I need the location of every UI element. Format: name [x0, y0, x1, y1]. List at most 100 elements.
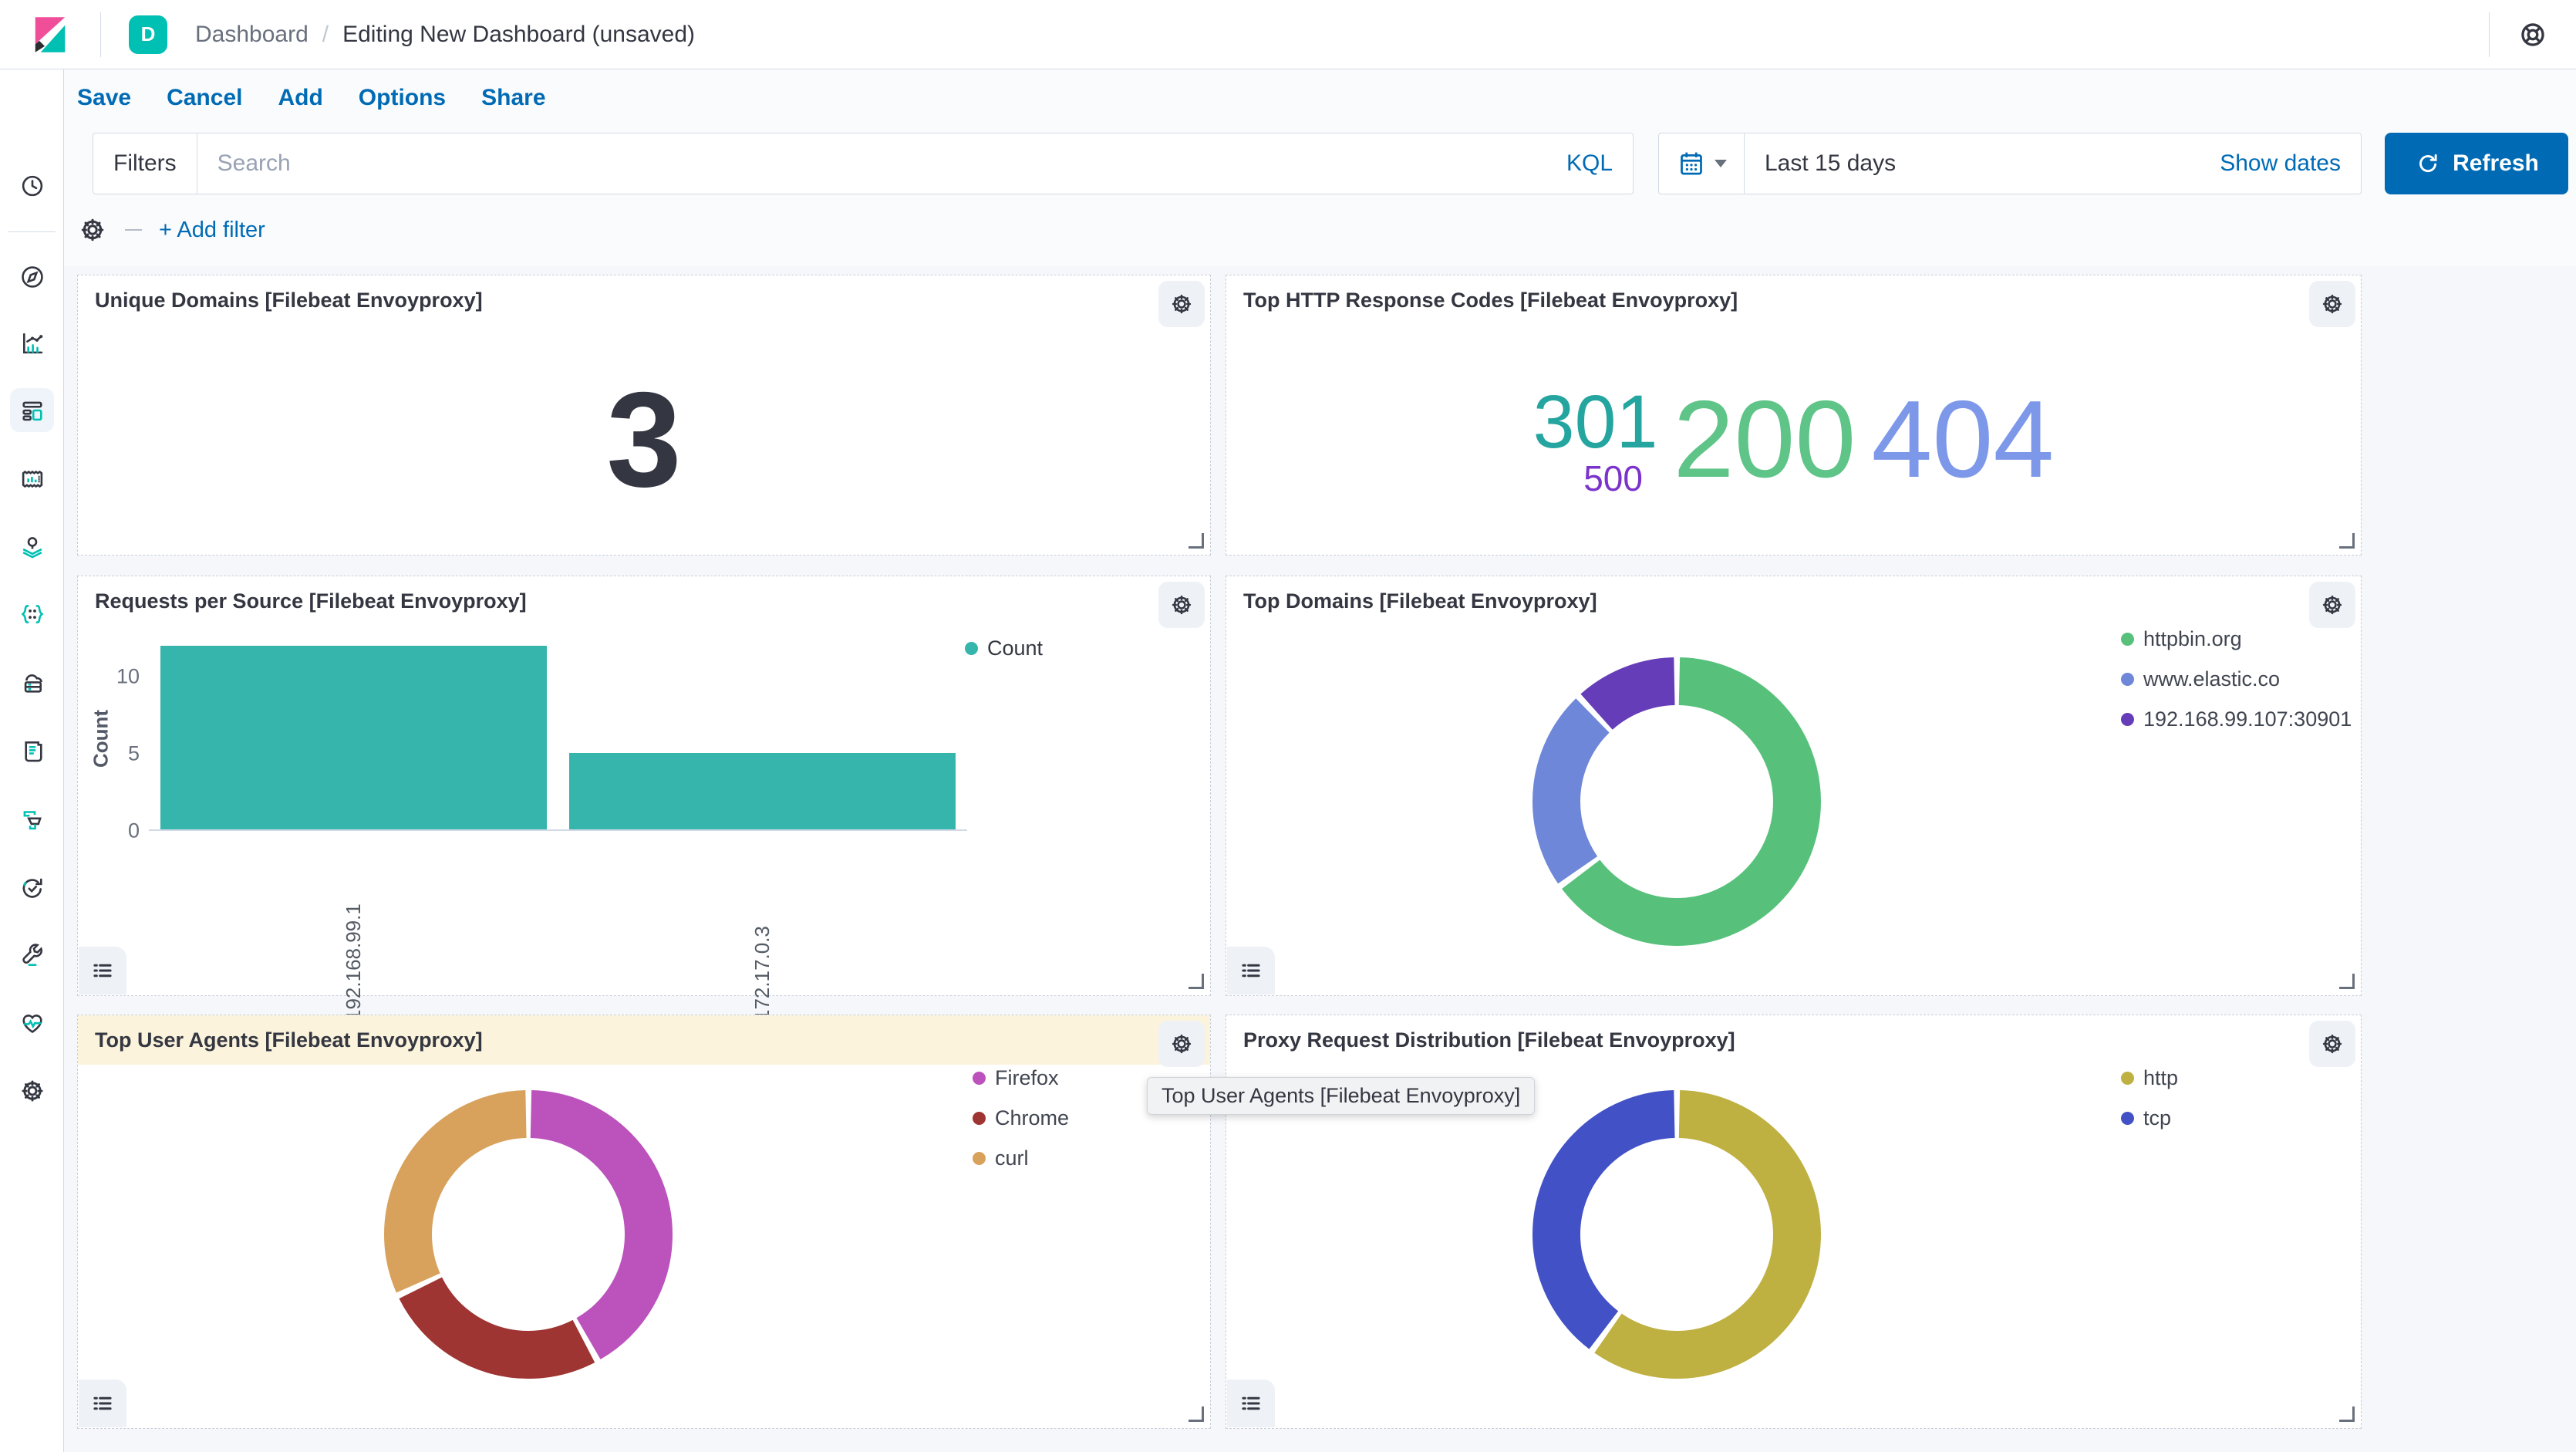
- uptime-icon[interactable]: [10, 865, 54, 909]
- dev-tools-icon[interactable]: [10, 932, 54, 976]
- panel-options-button[interactable]: [2309, 582, 2355, 628]
- panel-options-button[interactable]: [2309, 281, 2355, 327]
- help-button[interactable]: [2490, 18, 2576, 52]
- panel-title: Top HTTP Response Codes [Filebeat Envoyp…: [1243, 289, 1738, 312]
- bar-192.168.99.1[interactable]: [160, 646, 547, 829]
- filter-settings-gear-icon[interactable]: [77, 214, 108, 245]
- legend-count[interactable]: Count: [965, 637, 1043, 660]
- metrics-icon[interactable]: [10, 660, 54, 704]
- panel-title: Top Domains [Filebeat Envoyproxy]: [1243, 589, 1597, 613]
- breadcrumb: Dashboard / Editing New Dashboard (unsav…: [195, 22, 695, 48]
- legend-dot: [2121, 1072, 2134, 1085]
- options-button[interactable]: Options: [359, 85, 446, 111]
- refresh-button[interactable]: Refresh: [2385, 133, 2568, 194]
- dashboard-icon[interactable]: [10, 388, 54, 432]
- dashboard-edit-menu: Save Cancel Add Options Share: [77, 85, 546, 111]
- legend-dot: [973, 1072, 986, 1085]
- panel-resize-handle[interactable]: [1189, 1406, 1204, 1422]
- list-icon: [89, 957, 116, 984]
- time-picker: Last 15 days Show dates: [1658, 133, 2362, 194]
- management-icon[interactable]: [10, 1069, 54, 1113]
- add-filter-button[interactable]: + Add filter: [159, 218, 265, 243]
- panel-data-list-button[interactable]: [1227, 1379, 1275, 1427]
- bar-plot-area: [149, 646, 967, 831]
- kql-selector[interactable]: KQL: [1546, 133, 1633, 194]
- add-button[interactable]: Add: [278, 85, 322, 111]
- x-axis-label-192.168.99.1: 192.168.99.1: [342, 843, 366, 1021]
- donut-chart-proxy-request-distribution: [1522, 1080, 1831, 1389]
- legend-item-tcp[interactable]: tcp: [2121, 1106, 2178, 1130]
- legend-item-http[interactable]: http: [2121, 1066, 2178, 1090]
- dashboard-avatar-badge: D: [129, 15, 167, 54]
- search-input[interactable]: Search: [197, 133, 1546, 194]
- y-axis-tick-5: 5: [128, 742, 140, 766]
- panel-options-button[interactable]: [1158, 1021, 1205, 1067]
- legend-item-Firefox[interactable]: Firefox: [973, 1066, 1069, 1090]
- x-axis-labels: 192.168.99.1 172.17.0.3: [149, 843, 967, 1021]
- gear-icon: [1168, 1031, 1195, 1057]
- show-dates-button[interactable]: Show dates: [2220, 150, 2361, 177]
- panel-resize-handle[interactable]: [2339, 1406, 2355, 1422]
- gear-icon: [1168, 592, 1195, 618]
- bar-172.17.0.3[interactable]: [569, 753, 956, 829]
- panel-title-tooltip: Top User Agents [Filebeat Envoyproxy]: [1147, 1077, 1535, 1115]
- nav-divider: [8, 231, 56, 232]
- panel-resize-handle[interactable]: [1189, 533, 1204, 549]
- legend-dot: [965, 642, 978, 655]
- legend-item-curl[interactable]: curl: [973, 1146, 1069, 1170]
- chevron-down-icon: [1715, 160, 1727, 167]
- time-range-value[interactable]: Last 15 days: [1745, 150, 1896, 177]
- save-button[interactable]: Save: [77, 85, 131, 111]
- legend-item-192.168.99.107:30901[interactable]: 192.168.99.107:30901: [2121, 707, 2352, 731]
- chart-legend: Firefox Chrome curl: [973, 1066, 1069, 1170]
- refresh-icon: [2414, 150, 2442, 177]
- calendar-icon: [1676, 148, 1707, 179]
- logs-icon[interactable]: [10, 728, 54, 772]
- tag-301[interactable]: 301: [1533, 384, 1658, 459]
- panel-options-button[interactable]: [1158, 281, 1205, 327]
- chart-legend: httpbin.org www.elastic.co 192.168.99.107:…: [2121, 627, 2352, 731]
- filters-button[interactable]: Filters: [93, 133, 197, 194]
- visualize-icon[interactable]: [10, 321, 54, 365]
- app-header: D Dashboard / Editing New Dashboard (uns…: [0, 0, 2576, 69]
- donut-chart-top-user-agents: [374, 1080, 683, 1389]
- maps-icon[interactable]: [10, 525, 54, 569]
- panel-options-button[interactable]: [1158, 582, 1205, 628]
- filter-row: + Add filter: [77, 214, 265, 245]
- breadcrumb-dashboard[interactable]: Dashboard: [195, 22, 309, 48]
- legend-item-httpbin.org[interactable]: httpbin.org: [2121, 627, 2352, 651]
- refresh-label: Refresh: [2453, 150, 2539, 177]
- panel-data-list-button[interactable]: [1227, 947, 1275, 994]
- kibana-logo[interactable]: [0, 13, 100, 56]
- legend-label: www.elastic.co: [2143, 667, 2280, 691]
- tag-500[interactable]: 500: [1583, 461, 1643, 496]
- panel-resize-handle[interactable]: [2339, 974, 2355, 989]
- discover-icon[interactable]: [10, 255, 54, 299]
- legend-item-www.elastic.co[interactable]: www.elastic.co: [2121, 667, 2352, 691]
- panel-resize-handle[interactable]: [2339, 533, 2355, 549]
- breadcrumb-current: Editing New Dashboard (unsaved): [342, 22, 695, 48]
- y-axis-ticks: 0510: [78, 646, 140, 831]
- legend-dot: [2121, 1112, 2134, 1125]
- tag-404[interactable]: 404: [1871, 385, 2054, 495]
- legend-dot: [973, 1112, 986, 1125]
- cancel-button[interactable]: Cancel: [167, 85, 242, 111]
- canvas-icon[interactable]: [10, 457, 54, 501]
- x-axis-label-172.17.0.3: 172.17.0.3: [750, 843, 774, 1021]
- panel-data-list-button[interactable]: [79, 1379, 126, 1427]
- stack-monitoring-icon[interactable]: [10, 1000, 54, 1044]
- share-button[interactable]: Share: [481, 85, 545, 111]
- tag-cloud: 301 500 200 404: [1226, 325, 2361, 555]
- recent-icon[interactable]: [10, 164, 54, 208]
- tag-200[interactable]: 200: [1674, 385, 1856, 495]
- calendar-menu-button[interactable]: [1659, 133, 1745, 194]
- legend-label: http: [2143, 1066, 2178, 1090]
- panel-data-list-button[interactable]: [79, 947, 126, 994]
- legend-item-Chrome[interactable]: Chrome: [973, 1106, 1069, 1130]
- apm-icon[interactable]: [10, 797, 54, 841]
- list-icon: [1237, 957, 1265, 984]
- panel-resize-handle[interactable]: [1189, 974, 1204, 989]
- panel-options-button[interactable]: [2309, 1021, 2355, 1067]
- machine-learning-icon[interactable]: [10, 592, 54, 636]
- panel-title: Proxy Request Distribution [Filebeat Env…: [1243, 1028, 1735, 1052]
